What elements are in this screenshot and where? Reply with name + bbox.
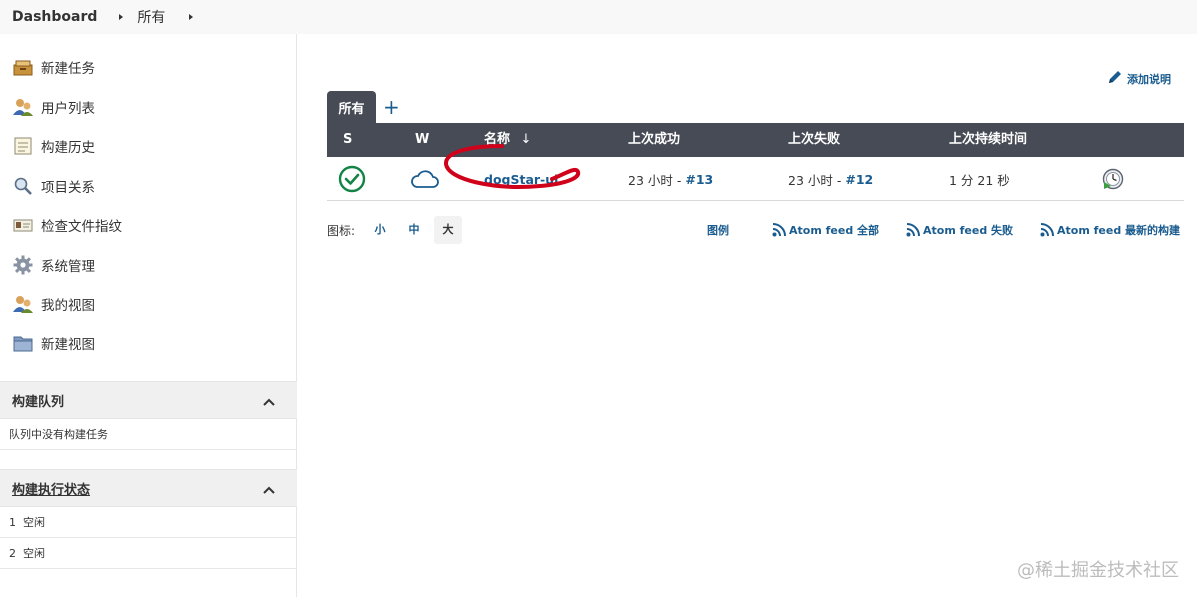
fingerprint-icon [12,214,34,236]
last-failure-time: 23 小时 - [788,172,842,188]
rss-icon [1040,223,1054,237]
users-icon [12,293,34,315]
weather-cloud-icon [410,157,440,201]
column-header-weather[interactable]: W [415,123,429,157]
sidebar-item-project-relationship[interactable]: 项目关系 [12,174,95,198]
sidebar-item-label: 检查文件指纹 [41,219,122,235]
tab-all[interactable]: 所有 [327,91,376,123]
feed-failed-link[interactable]: Atom feed 失败 [906,220,1013,240]
chevron-up-icon[interactable] [263,483,275,498]
legend-link[interactable]: 图例 [707,220,729,240]
sidebar-item-fingerprint[interactable]: 检查文件指纹 [12,213,122,237]
column-header-last-failure[interactable]: 上次失败 [788,123,840,157]
users-icon [12,96,34,118]
icon-size-medium-button[interactable]: 中 [400,216,428,244]
executors-title[interactable]: 构建执行状态 [12,479,90,498]
icon-size-small-button[interactable]: 小 [366,216,394,244]
sidebar-item-new-task[interactable]: 新建任务 [12,55,95,79]
feed-failed-label: Atom feed 失败 [923,224,1014,237]
sidebar-item-label: 项目关系 [41,180,95,196]
pencil-icon [1107,69,1123,89]
last-success-cell: 23 小时 - #13 [628,157,713,201]
sidebar-item-new-view[interactable]: 新建视图 [12,331,95,355]
sidebar: 新建任务 用户列表 构建历史 项目关系 检查文件指纹 系统管理 我的视图 新建视… [0,34,297,597]
executor-status: 空闲 [23,547,45,560]
breadcrumb-current[interactable]: 所有 [137,7,165,27]
icon-size-legend: 图标: [327,216,355,244]
new-task-icon [12,56,34,78]
table-row: dogStar-ui 23 小时 - #13 23 小时 - #12 1 分 2… [327,157,1184,201]
feed-latest-link[interactable]: Atom feed 最新的构建 [1040,220,1180,240]
schedule-build-icon[interactable] [1102,157,1124,201]
jobs-table-header: S W 名称 ↓ 上次成功 上次失败 上次持续时间 [327,123,1184,157]
magnifier-icon [12,175,34,197]
breadcrumb-separator-icon[interactable] [119,14,124,20]
column-header-name[interactable]: 名称 ↓ [484,123,531,157]
chevron-up-icon[interactable] [263,395,275,410]
executor-number: 1 [9,515,16,529]
sidebar-item-manage[interactable]: 系统管理 [12,253,95,277]
job-link[interactable]: dogStar-ui [484,172,558,187]
sidebar-item-build-history[interactable]: 构建历史 [12,134,95,158]
build-queue-empty: 队列中没有构建任务 [0,419,297,450]
last-success-build-link[interactable]: #13 [685,172,713,187]
job-name-cell: dogStar-ui [484,157,558,201]
sidebar-item-users[interactable]: 用户列表 [12,95,95,119]
feed-latest-label: Atom feed 最新的构建 [1057,224,1181,237]
sidebar-item-label: 我的视图 [41,298,95,314]
last-failure-build-link[interactable]: #12 [845,172,873,187]
sidebar-item-label: 新建视图 [41,337,95,353]
rss-icon [906,223,920,237]
rss-icon [772,223,786,237]
status-success-icon [338,157,366,201]
sidebar-item-label: 系统管理 [41,259,95,275]
last-duration-cell: 1 分 21 秒 [949,172,1010,188]
add-description-link[interactable]: 添加说明 [1107,69,1171,89]
icon-size-large-button[interactable]: 大 [434,216,462,244]
executor-status: 空闲 [23,516,45,529]
executor-row: 2 空闲 [0,538,297,569]
gear-icon [12,254,34,276]
build-queue-header: 构建队列 [0,381,297,419]
add-tab-button[interactable]: + [383,96,401,118]
executor-row: 1 空闲 [0,507,297,538]
build-history-icon [12,135,34,157]
watermark: @稀土掘金技术社区 [1017,560,1179,581]
column-header-last-success[interactable]: 上次成功 [628,123,680,157]
feed-all-link[interactable]: Atom feed 全部 [772,220,879,240]
last-failure-cell: 23 小时 - #12 [788,157,873,201]
executor-number: 2 [9,546,16,560]
sort-arrow-icon: ↓ [520,132,532,147]
feed-all-label: Atom feed 全部 [789,224,880,237]
breadcrumb-dashboard[interactable]: Dashboard [12,9,97,25]
sidebar-item-label: 构建历史 [41,140,95,156]
column-header-last-duration[interactable]: 上次持续时间 [949,123,1027,157]
executors-header: 构建执行状态 [0,469,297,507]
column-header-status[interactable]: S [343,123,352,157]
last-success-time: 23 小时 - [628,172,682,188]
folder-icon [12,332,34,354]
sidebar-item-label: 新建任务 [41,61,95,77]
column-header-name-label: 名称 [484,132,511,147]
build-queue-title: 构建队列 [12,394,65,410]
sidebar-item-label: 用户列表 [41,101,95,117]
icon-size-label: 图标: [327,223,356,238]
breadcrumb-bar: Dashboard 所有 [0,0,1197,34]
breadcrumb-dropdown-icon[interactable] [189,14,194,20]
sidebar-item-my-views[interactable]: 我的视图 [12,292,95,316]
add-description-label: 添加说明 [1127,73,1171,86]
